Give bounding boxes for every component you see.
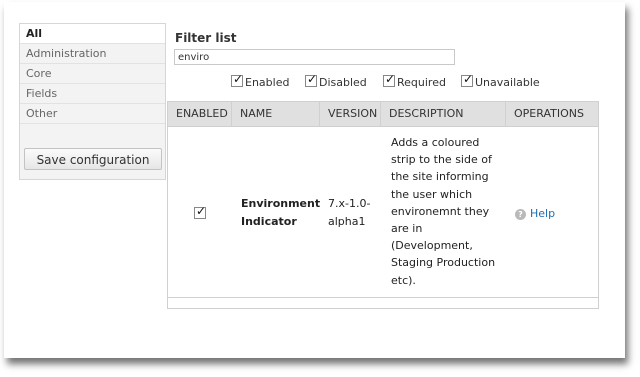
filter-list-title: Filter list	[175, 31, 237, 45]
help-icon: ?	[515, 209, 526, 220]
module-version-line2: alpha1	[328, 215, 366, 228]
description-line: the site informing	[391, 170, 489, 184]
module-description: Adds a coloured strip to the side of the…	[391, 134, 495, 289]
sidebar-item-other[interactable]: Other	[20, 104, 165, 124]
checkbox-required-box[interactable]: ✓	[383, 72, 396, 87]
sidebar-item-all[interactable]: All	[20, 24, 165, 44]
column-header-enabled: ENABLED	[168, 102, 232, 126]
checkmark-icon: ✓	[463, 72, 474, 86]
category-sidebar: All Administration Core Fields Other Sav…	[19, 23, 166, 180]
description-line: strip to the side of	[391, 153, 492, 167]
checkbox-disabled-box[interactable]: ✓	[305, 72, 318, 87]
description-line: etc).	[391, 273, 416, 287]
module-name-line1: Environment	[241, 197, 321, 210]
module-version: 7.x-1.0- alpha1	[328, 195, 370, 231]
module-version-line1: 7.x-1.0-	[328, 197, 371, 210]
checkbox-unavailable-label: Unavailable	[475, 76, 540, 89]
description-line: are in	[391, 222, 423, 236]
description-line: Adds a coloured	[391, 136, 480, 149]
checkmark-icon: ✓	[307, 72, 318, 86]
checkbox-required[interactable]: ✓ Required	[383, 72, 446, 89]
description-line: Staging Production	[391, 256, 496, 270]
checkmark-icon: ✓	[233, 72, 244, 86]
checkbox-enabled-label: Enabled	[245, 76, 290, 89]
column-header-name: NAME	[232, 102, 320, 126]
checkbox-disabled[interactable]: ✓ Disabled	[305, 72, 367, 89]
table-row: ✓ Environment Indicator 7.x-1.0- alpha1 …	[168, 127, 598, 297]
module-name-line2: Indicator	[241, 215, 297, 228]
help-link-label: Help	[530, 207, 556, 220]
row-enabled-checkbox[interactable]: ✓	[194, 204, 208, 224]
column-header-operations: OPERATIONS	[514, 107, 584, 120]
column-header-description: DESCRIPTION	[381, 102, 506, 126]
checkbox-disabled-label: Disabled	[319, 76, 367, 89]
checkbox-unavailable-box[interactable]: ✓	[461, 72, 474, 87]
checkmark-icon: ✓	[385, 72, 396, 86]
checkbox-enabled-box[interactable]: ✓	[231, 72, 244, 87]
checkbox-required-label: Required	[397, 76, 446, 89]
description-line: environemnt they	[391, 204, 490, 218]
checkmark-icon: ✓	[196, 204, 207, 218]
description-line: the user which	[391, 187, 473, 201]
table-footer-divider	[168, 297, 598, 298]
checkbox-unavailable[interactable]: ✓ Unavailable	[461, 72, 540, 89]
modules-table: ENABLED NAME VERSION DESCRIPTION OPERATI…	[167, 101, 599, 309]
sidebar-item-administration[interactable]: Administration	[20, 44, 165, 64]
save-configuration-button[interactable]: Save configuration	[24, 148, 162, 170]
checkbox-enabled[interactable]: ✓ Enabled	[231, 72, 290, 89]
help-link[interactable]: ? Help	[515, 205, 555, 223]
description-line: (Development,	[391, 239, 473, 253]
sidebar-item-fields[interactable]: Fields	[20, 84, 165, 104]
sidebar-item-core[interactable]: Core	[20, 64, 165, 84]
filter-input[interactable]	[174, 49, 455, 65]
module-name: Environment Indicator	[241, 195, 320, 231]
table-header: ENABLED NAME VERSION DESCRIPTION OPERATI…	[168, 102, 598, 127]
row-enabled-box[interactable]: ✓	[194, 204, 207, 219]
column-header-version: VERSION	[320, 102, 381, 126]
